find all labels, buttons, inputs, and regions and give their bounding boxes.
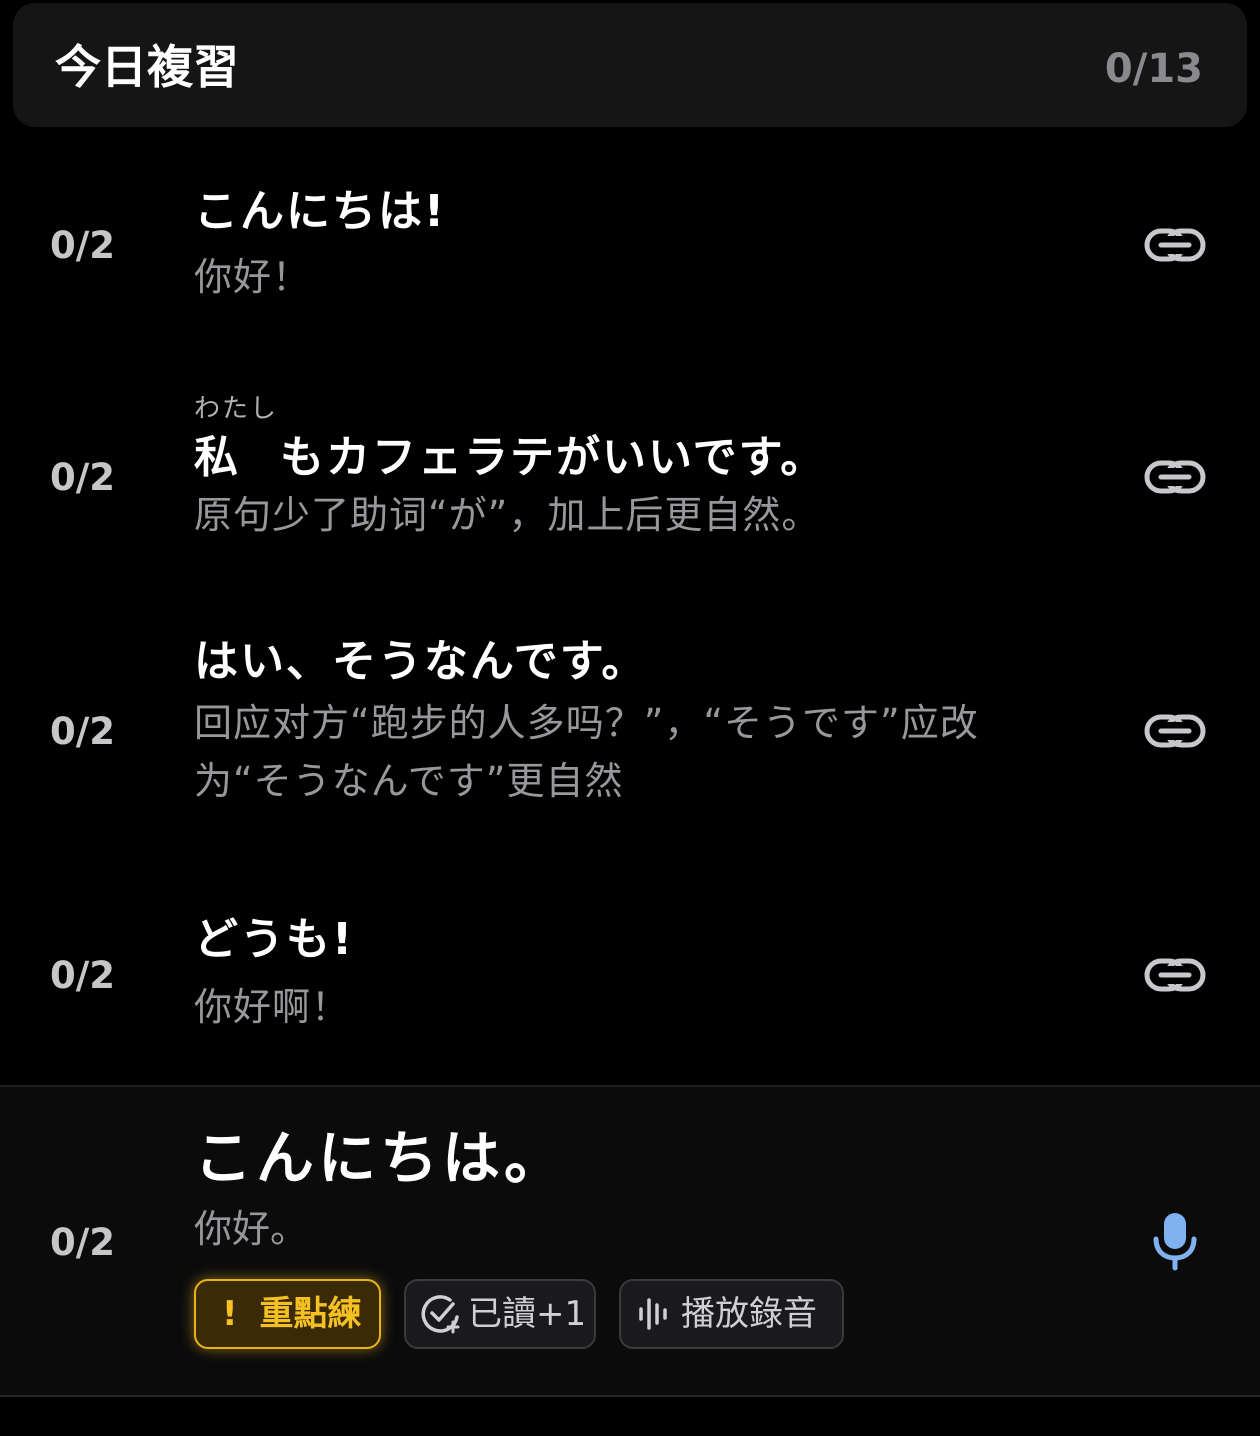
item-progress: 0/2 [50,456,116,499]
link-icon[interactable] [1144,714,1206,748]
furigana: わたし [194,394,279,424]
focus-practice-label: 重點練 [259,1294,362,1334]
list-item[interactable]: 0/2 こんにちは! 你好！ [0,180,1260,320]
japanese-sentence: こんにちは! [194,186,447,237]
check-circle-plus-icon [421,1295,460,1334]
page-title: 今日複習 [55,40,239,94]
chinese-translation-line-2: 为“そうなんです”更自然 [194,759,624,803]
review-progress: 0/13 [1104,46,1203,92]
chinese-translation: 你好！ [194,255,312,299]
exclamation-icon: ! [222,1294,238,1334]
current-item[interactable]: 0/2 こんにちは。 你好。 ! 重點練 已讀+1 播放錄音 [0,1085,1260,1397]
japanese-sentence: どうも! [194,914,355,965]
item-progress: 0/2 [50,1221,116,1264]
mark-read-button[interactable]: 已讀+1 [404,1279,596,1349]
chinese-translation: 你好啊！ [194,985,351,1029]
play-recording-button[interactable]: 播放錄音 [619,1279,844,1349]
play-recording-label: 播放錄音 [681,1294,817,1334]
mark-read-label: 已讀+1 [468,1294,587,1334]
link-icon[interactable] [1144,460,1206,494]
list-item[interactable]: 0/2 はい、そうなんです。 回应对方“跑步的人多吗？”，“そうです”应改 为“… [0,630,1260,830]
link-icon[interactable] [1144,228,1206,262]
item-progress: 0/2 [50,224,116,267]
item-progress: 0/2 [50,954,116,997]
item-text: どうも! 你好啊！ [194,912,1074,1036]
link-icon[interactable] [1144,958,1206,992]
japanese-sentence-rest: もカフェラテがいいです。 [280,432,827,483]
japanese-kanji: 私 [194,432,240,483]
item-text: はい、そうなんです。 回应对方“跑步的人多吗？”，“そうです”应改 为“そうなん… [194,634,1074,810]
microphone-icon[interactable] [1152,1211,1198,1271]
japanese-sentence: はい、そうなんです。 [194,636,648,687]
list-item[interactable]: 0/2 わたし 私もカフェラテがいいです。 原句少了助词“が”，加上后更自然。 [0,392,1260,562]
list-item[interactable]: 0/2 どうも! 你好啊！ [0,910,1260,1050]
japanese-sentence: 私もカフェラテがいいです。 [194,430,1074,486]
review-header: 今日複習 0/13 [13,3,1247,127]
chinese-translation: 原句少了助词“が”，加上后更自然。 [194,493,821,537]
waveform-icon [639,1298,667,1330]
chinese-translation: 你好。 [194,1207,309,1251]
item-text: こんにちは! 你好！ [194,184,1074,306]
focus-practice-button[interactable]: ! 重點練 [194,1279,381,1349]
chinese-translation-line-1: 回应对方“跑步的人多吗？”，“そうです”应改 [194,701,979,745]
item-progress: 0/2 [50,710,116,753]
japanese-sentence: こんにちは。 [194,1124,567,1192]
item-text: わたし 私もカフェラテがいいです。 原句少了助词“が”，加上后更自然。 [194,394,1074,544]
